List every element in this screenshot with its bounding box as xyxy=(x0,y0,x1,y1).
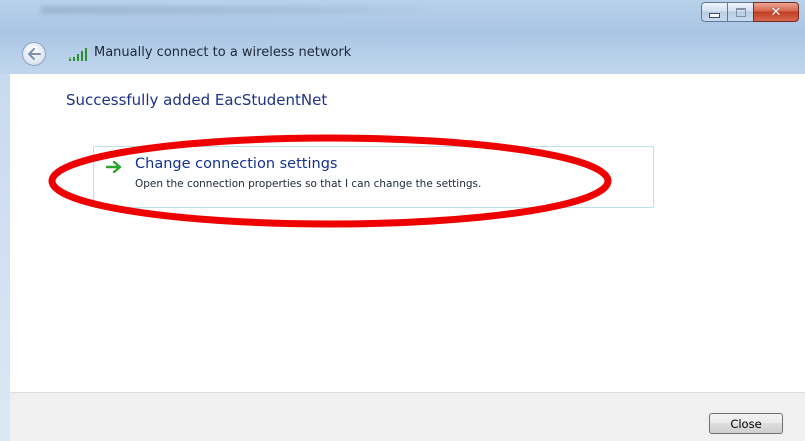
option-title: Change connection settings xyxy=(135,156,338,172)
change-connection-settings-option[interactable]: Change connection settings Open the conn… xyxy=(93,146,654,208)
window-title: Manually connect to a wireless network xyxy=(94,45,352,60)
maximize-icon xyxy=(735,7,746,17)
wizard-window: ✕ Manually connect to a wireless network… xyxy=(0,0,805,441)
back-arrow-icon xyxy=(28,48,41,60)
minimize-button[interactable] xyxy=(701,2,728,22)
window-left-border xyxy=(0,74,10,441)
option-description: Open the connection properties so that I… xyxy=(135,178,482,190)
window-close-button[interactable]: ✕ xyxy=(753,2,799,22)
green-arrow-icon xyxy=(106,161,122,173)
wizard-footer: Close xyxy=(10,392,805,441)
maximize-button[interactable] xyxy=(727,2,754,22)
back-button[interactable] xyxy=(22,42,46,66)
page-heading: Successfully added EacStudentNet xyxy=(66,91,328,109)
window-controls: ✕ xyxy=(701,2,799,22)
minimize-icon xyxy=(709,12,720,18)
window-caption-blurred xyxy=(40,6,440,14)
close-icon: ✕ xyxy=(770,4,782,20)
wizard-content: Successfully added EacStudentNet Change … xyxy=(10,74,805,392)
wireless-signal-icon xyxy=(69,48,87,61)
wizard-nav-bar: Manually connect to a wireless network xyxy=(0,34,805,74)
close-button[interactable]: Close xyxy=(709,413,783,434)
